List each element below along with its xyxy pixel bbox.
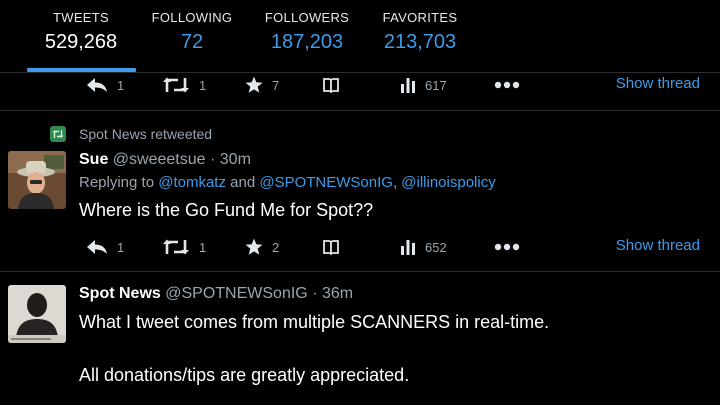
retweet-context-label: Spot News retweeted	[79, 126, 213, 142]
comma-text: ,	[392, 174, 398, 191]
bookmark-button[interactable]	[322, 73, 340, 97]
mention-link[interactable]: @illinoispolicy	[401, 174, 495, 191]
more-button[interactable]	[494, 73, 520, 97]
retweet-icon	[50, 126, 66, 142]
retweet-count: 1	[199, 77, 207, 93]
tweet-text-line-2: All donations/tips are greatly appreciat…	[79, 365, 410, 385]
retweet-icon	[162, 238, 190, 256]
author-name[interactable]: Sue	[79, 151, 108, 168]
divider	[0, 271, 720, 272]
reply-button[interactable]: 1	[86, 73, 124, 97]
reply-icon	[86, 239, 108, 255]
author-name[interactable]: Spot News	[79, 285, 161, 302]
reply-button[interactable]: 1	[86, 235, 124, 259]
replying-to-label: Replying to	[79, 174, 155, 191]
replying-to: Replying to @tomkatz and @SPOTNEWSonIG, …	[79, 174, 496, 191]
stat-favorites-label: FAVORITES	[382, 10, 458, 25]
separator-dot: ·	[209, 151, 216, 168]
separator-dot: ·	[312, 285, 318, 302]
stat-tweets-value: 529,268	[44, 31, 118, 53]
avatar[interactable]	[8, 151, 66, 209]
more-icon	[494, 243, 520, 251]
views-count: 652	[425, 239, 447, 255]
stat-following[interactable]: FOLLOWING 72	[145, 10, 239, 54]
reply-count: 1	[117, 239, 125, 255]
tweet-header: Spot News @SPOTNEWSonIG · 36m	[79, 285, 353, 303]
author-handle[interactable]: @sweeetsue	[113, 151, 206, 168]
favorite-count: 7	[272, 77, 280, 93]
reply-count: 1	[117, 77, 125, 93]
stat-followers[interactable]: FOLLOWERS 187,203	[258, 10, 356, 54]
mention-link[interactable]: @SPOTNEWSonIG	[259, 174, 393, 191]
tweet-time[interactable]: 36m	[322, 285, 353, 302]
analytics-button[interactable]: 652	[400, 235, 447, 259]
more-button[interactable]	[494, 235, 520, 259]
stat-followers-value: 187,203	[270, 31, 344, 53]
stat-following-label: FOLLOWING	[151, 10, 233, 25]
and-text: and	[230, 174, 256, 191]
tweet-time[interactable]: 30m	[220, 151, 251, 168]
retweet-icon	[162, 76, 190, 94]
divider	[0, 110, 720, 111]
favorite-button[interactable]: 2	[245, 235, 279, 259]
tweet-header: Sue @sweeetsue · 30m	[79, 151, 251, 169]
bar-chart-icon	[400, 238, 416, 256]
star-icon	[245, 76, 263, 94]
reply-icon	[86, 77, 108, 93]
stat-favorites-value: 213,703	[383, 31, 457, 53]
stat-tweets-label: TWEETS	[53, 10, 109, 25]
stat-tweets[interactable]: TWEETS 529,268	[36, 10, 126, 54]
stat-followers-label: FOLLOWERS	[264, 10, 350, 25]
retweet-context: Spot News retweeted	[50, 124, 212, 144]
retweet-button[interactable]: 1	[162, 235, 206, 259]
star-icon	[245, 238, 263, 256]
mention-link[interactable]: @tomkatz	[158, 174, 226, 191]
retweet-button[interactable]: 1	[162, 73, 206, 97]
more-icon	[494, 81, 520, 89]
show-thread-link[interactable]: Show thread	[616, 75, 700, 92]
stat-favorites[interactable]: FAVORITES 213,703	[374, 10, 466, 54]
tweet-text: Where is the Go Fund Me for Spot??	[79, 200, 374, 220]
bar-chart-icon	[400, 76, 416, 94]
author-handle[interactable]: @SPOTNEWSonIG	[165, 285, 308, 302]
tweet-actions-top: 1 1 7 617 Show thread	[0, 73, 720, 97]
bookmark-button[interactable]	[322, 235, 340, 259]
tweet-text-line-1: What I tweet comes from multiple SCANNER…	[79, 312, 550, 332]
show-thread-link[interactable]: Show thread	[616, 237, 700, 254]
tweet-actions-sue: 1 1 2 652 Show thread	[0, 235, 720, 259]
favorite-button[interactable]: 7	[245, 73, 279, 97]
book-icon	[322, 238, 340, 256]
analytics-button[interactable]: 617	[400, 73, 447, 97]
avatar[interactable]	[8, 285, 66, 343]
favorite-count: 2	[272, 239, 280, 255]
stat-following-value: 72	[180, 31, 204, 53]
profile-stats-bar: TWEETS 529,268 FOLLOWING 72 FOLLOWERS 18…	[0, 0, 720, 72]
retweet-count: 1	[199, 239, 207, 255]
views-count: 617	[425, 77, 447, 93]
book-icon	[322, 76, 340, 94]
